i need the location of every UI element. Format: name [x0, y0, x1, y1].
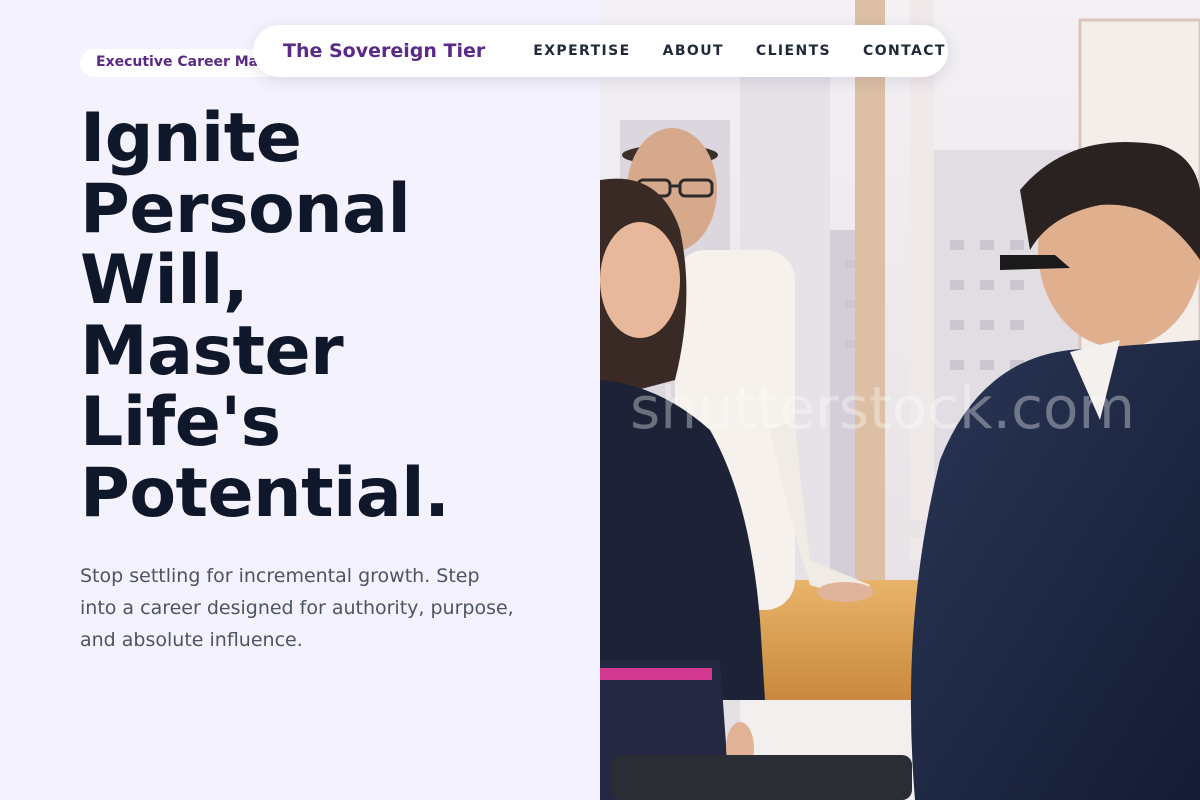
headline-line: Ignite	[80, 99, 302, 178]
headline-line: Personal	[80, 170, 411, 249]
nav-link-clients[interactable]: CLIENTS	[756, 43, 831, 59]
headline-line: Will,	[80, 241, 249, 320]
nav-link-contact[interactable]: CONTACT	[863, 43, 946, 59]
headline-line: Life's	[80, 383, 281, 462]
watermark-text: shutterstock.com	[630, 374, 1135, 442]
top-navigation: The Sovereign Tier EXPERTISE ABOUT CLIEN…	[253, 25, 948, 77]
hero-subtext: Stop settling for incremental growth. St…	[80, 565, 514, 651]
headline-line: Master	[80, 312, 344, 391]
nav-links: EXPERTISE ABOUT CLIENTS CONTACT	[533, 43, 946, 59]
hero-tag: Executive Career Mastery	[80, 49, 280, 77]
hero-photo: shutterstock.com	[600, 0, 1200, 800]
hero-section: Executive Career Mastery Ignite Personal…	[0, 0, 600, 800]
nav-link-about[interactable]: ABOUT	[663, 43, 724, 59]
office-meeting-image: shutterstock.com	[600, 0, 1200, 800]
nav-link-expertise[interactable]: EXPERTISE	[533, 43, 630, 59]
page: Executive Career Mastery Ignite Personal…	[0, 0, 1200, 800]
brand-logo[interactable]: The Sovereign Tier	[283, 40, 485, 62]
headline-line: Potential.	[80, 454, 450, 533]
hero-headline: Ignite Personal Will, Master Life's Pote…	[80, 103, 580, 529]
